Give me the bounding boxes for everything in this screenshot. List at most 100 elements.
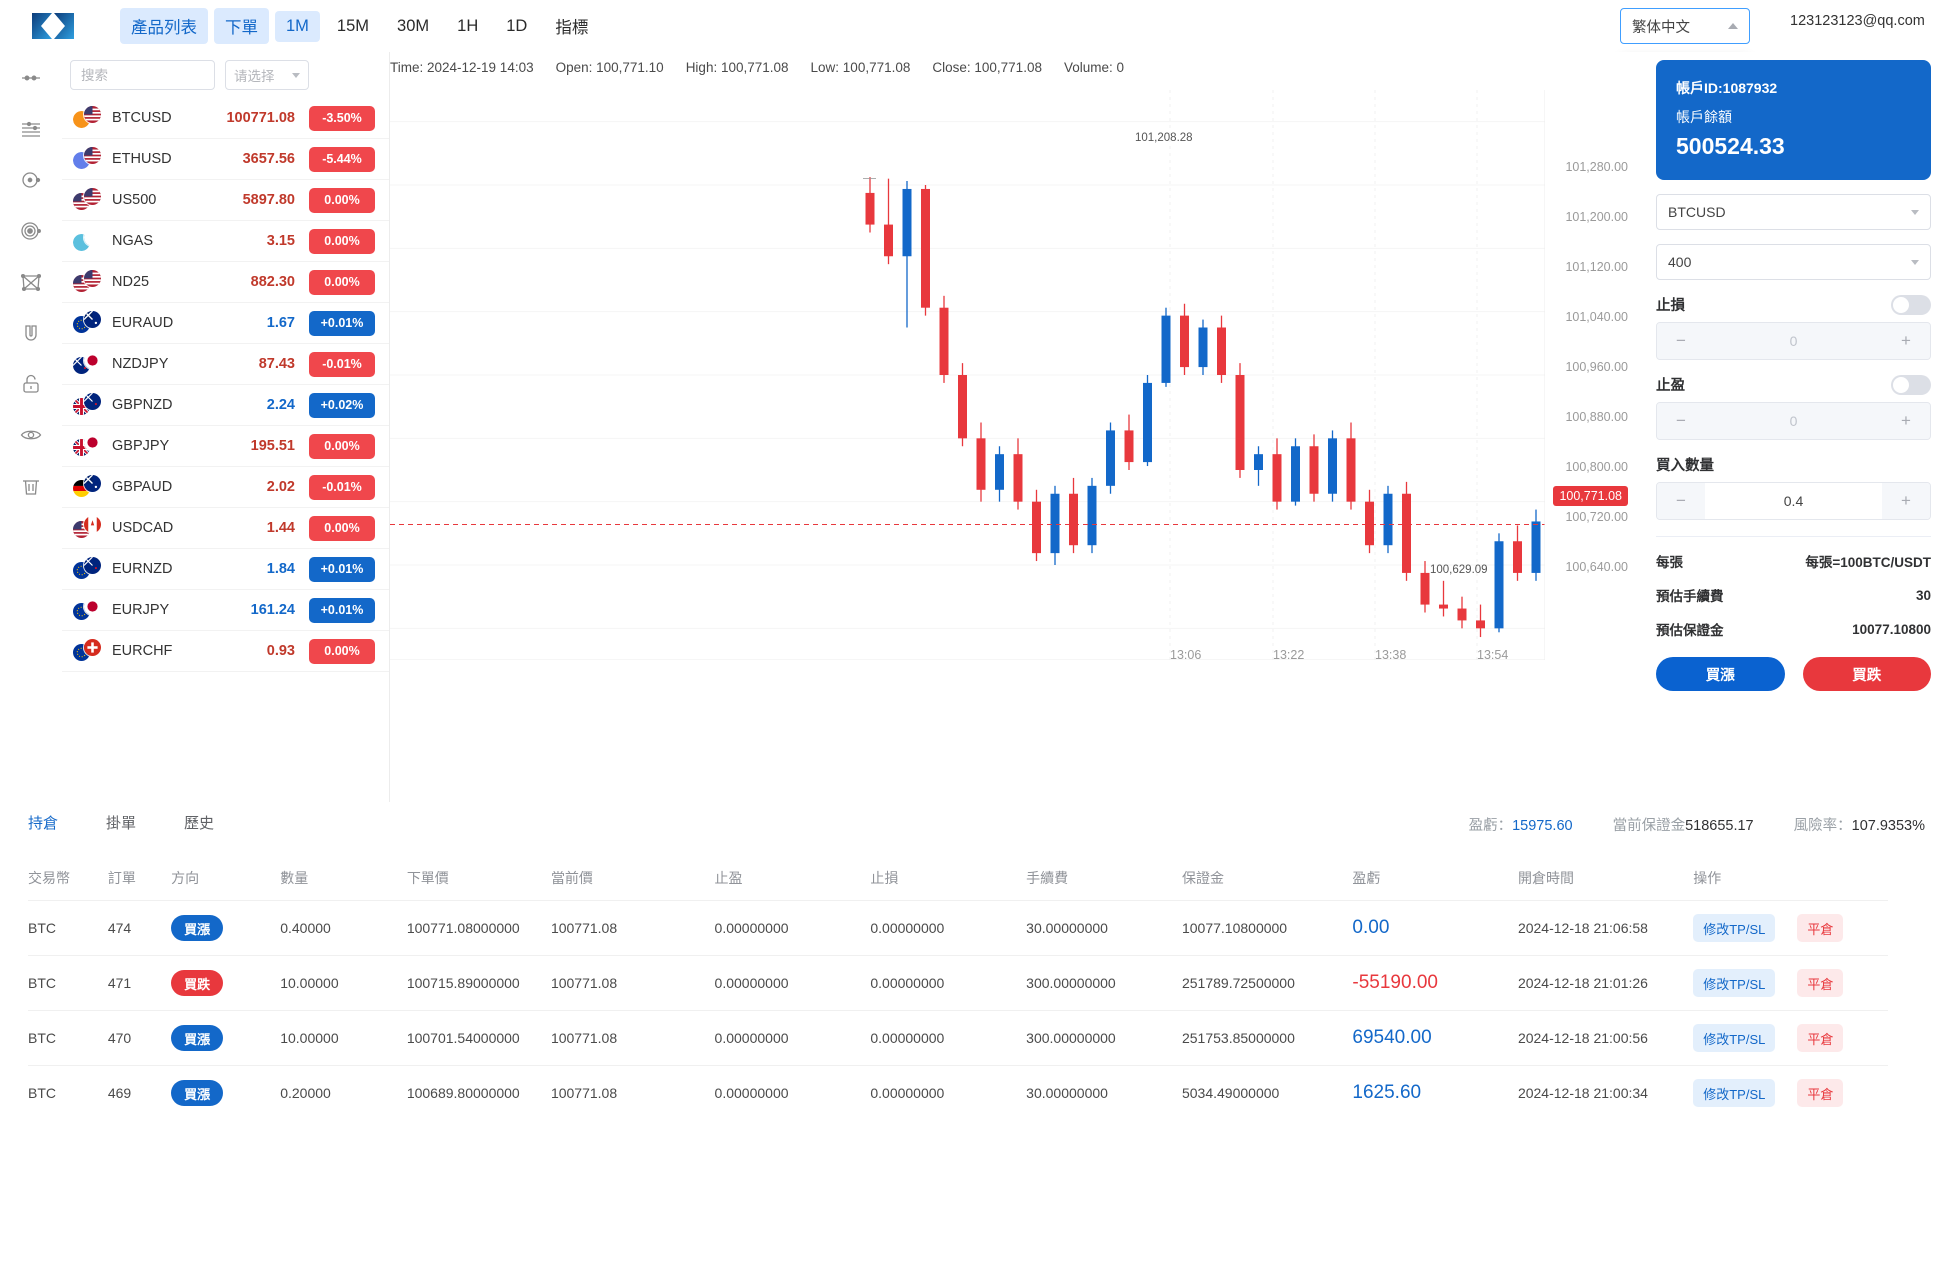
positions-table: 交易幣訂單方向數量下單價當前價止盈止損手續費保證金盈虧開倉時間操作 BTC474…	[28, 856, 1888, 1120]
cell-open-time: 2024-12-18 21:06:58	[1518, 920, 1693, 936]
stop-loss-stepper[interactable]: − 0 +	[1656, 322, 1931, 360]
nav-item-0[interactable]: 產品列表	[120, 8, 208, 44]
quantity-stepper[interactable]: − 0.4 +	[1656, 482, 1931, 520]
panel-divider	[1656, 536, 1931, 537]
stop-loss-plus-button[interactable]: +	[1882, 323, 1930, 359]
symbol-row[interactable]: GBPAUD2.02-0.01%	[62, 467, 389, 508]
symbol-select-value: BTCUSD	[1668, 204, 1726, 220]
close-position-button[interactable]: 平倉	[1797, 1079, 1843, 1107]
symbol-flag-icon	[72, 269, 106, 295]
symbol-price: 0.93	[194, 643, 309, 659]
candlestick-plot[interactable]	[390, 90, 1545, 808]
symbol-price: 882.30	[194, 274, 309, 290]
unlock-icon[interactable]	[0, 358, 62, 409]
symbol-row[interactable]: GBPJPY195.510.00%	[62, 426, 389, 467]
symbol-row[interactable]: EURAUD1.67+0.01%	[62, 303, 389, 344]
nav-item-7[interactable]: 指標	[544, 8, 599, 44]
symbol-row[interactable]: USDCAD1.440.00%	[62, 508, 389, 549]
cell-order: 469	[108, 1085, 171, 1101]
symbol-row[interactable]: ETHUSD3657.56-5.44%	[62, 139, 389, 180]
edit-tpsl-button[interactable]: 修改TP/SL	[1693, 969, 1775, 997]
stop-loss-minus-button[interactable]: −	[1657, 323, 1705, 359]
nav-item-6[interactable]: 1D	[495, 11, 538, 42]
ohlc-high: High: 100,771.08	[686, 60, 789, 75]
account-balance-value: 500524.33	[1676, 133, 1911, 160]
nav-item-5[interactable]: 1H	[446, 11, 489, 42]
edit-tpsl-button[interactable]: 修改TP/SL	[1693, 1079, 1775, 1107]
nav-item-2[interactable]: 1M	[275, 11, 320, 42]
symbol-row[interactable]: BTCUSD100771.08-3.50%	[62, 98, 389, 139]
close-position-button[interactable]: 平倉	[1797, 914, 1843, 942]
nav-item-3[interactable]: 15M	[326, 11, 380, 42]
polygon-net-icon[interactable]	[0, 256, 62, 307]
contract-size-value: 每張=100BTC/USDT	[1805, 551, 1931, 571]
symbol-row[interactable]: EURCHF0.930.00%	[62, 631, 389, 672]
quantity-plus-button[interactable]: +	[1882, 483, 1930, 519]
nav-item-1[interactable]: 下單	[214, 8, 269, 44]
symbol-name: EURCHF	[112, 643, 194, 659]
stop-loss-toggle[interactable]	[1891, 295, 1931, 315]
cell-actions: 修改TP/SL 平倉	[1693, 914, 1888, 942]
take-profit-stepper[interactable]: − 0 +	[1656, 402, 1931, 440]
symbol-name: ND25	[112, 274, 194, 290]
symbol-row[interactable]: US5005897.800.00%	[62, 180, 389, 221]
ohlc-time: Time: 2024-12-19 14:03	[390, 60, 534, 75]
stop-loss-value[interactable]: 0	[1705, 323, 1882, 359]
ohlc-open: Open: 100,771.10	[556, 60, 664, 75]
language-select-box[interactable]: 繁体中文	[1620, 8, 1750, 44]
take-profit-toggle[interactable]	[1891, 375, 1931, 395]
symbol-name: US500	[112, 192, 194, 208]
edit-tpsl-button[interactable]: 修改TP/SL	[1693, 914, 1775, 942]
target-rings-icon[interactable]	[0, 205, 62, 256]
crosshair-line-icon[interactable]	[0, 52, 62, 103]
y-axis-tick: 100,720.00	[1565, 510, 1628, 524]
trash-icon[interactable]	[0, 460, 62, 511]
circle-dot-icon[interactable]	[0, 154, 62, 205]
take-profit-plus-button[interactable]: +	[1882, 403, 1930, 439]
magnet-icon[interactable]	[0, 307, 62, 358]
symbol-name: GBPAUD	[112, 479, 194, 495]
horizontal-lines-icon[interactable]	[0, 103, 62, 154]
language-selector[interactable]: 繁体中文 English日本語한국어繁体中文ไทยTiếng Việtfranç…	[1620, 8, 1750, 44]
cell-open-price: 100771.08000000	[407, 920, 551, 936]
estimated-margin-row: 預估保證金 10077.10800	[1656, 619, 1931, 639]
search-input[interactable]	[70, 60, 215, 90]
eye-icon[interactable]	[0, 409, 62, 460]
positions-tab-0[interactable]: 持倉	[28, 812, 58, 839]
positions-tabs: 持倉 掛單 歷史	[28, 812, 214, 839]
symbol-row[interactable]: EURJPY161.24+0.01%	[62, 590, 389, 631]
cell-current-price: 100771.08	[551, 920, 715, 936]
symbol-price: 3657.56	[194, 151, 309, 167]
summary-pl-value: 15975.60	[1512, 818, 1572, 834]
buy-short-button[interactable]: 買跌	[1803, 657, 1932, 691]
symbol-list-toolbar: 请选择	[62, 52, 389, 98]
symbol-change-badge: 0.00%	[309, 229, 375, 254]
cell-symbol: BTC	[28, 920, 108, 936]
symbol-row[interactable]: EURNZD1.84+0.01%	[62, 549, 389, 590]
symbol-name: BTCUSD	[112, 110, 194, 126]
nav-item-4[interactable]: 30M	[386, 11, 440, 42]
symbol-row[interactable]: NZDJPY87.43-0.01%	[62, 344, 389, 385]
positions-tab-1[interactable]: 掛單	[106, 812, 136, 839]
quantity-minus-button[interactable]: −	[1657, 483, 1705, 519]
edit-tpsl-button[interactable]: 修改TP/SL	[1693, 1024, 1775, 1052]
quantity-value[interactable]: 0.4	[1705, 483, 1882, 519]
positions-tab-2[interactable]: 歷史	[184, 812, 214, 839]
toggle-knob	[1893, 297, 1909, 313]
buy-long-button[interactable]: 買漲	[1656, 657, 1785, 691]
symbol-row[interactable]: NGAS3.150.00%	[62, 221, 389, 262]
close-position-button[interactable]: 平倉	[1797, 969, 1843, 997]
symbol-select[interactable]: BTCUSD	[1656, 194, 1931, 230]
take-profit-value[interactable]: 0	[1705, 403, 1882, 439]
leverage-select[interactable]: 400	[1656, 244, 1931, 280]
symbol-row[interactable]: ND25882.300.00%	[62, 262, 389, 303]
symbol-row[interactable]: GBPNZD2.24+0.02%	[62, 385, 389, 426]
take-profit-minus-button[interactable]: −	[1657, 403, 1705, 439]
y-axis-tick: 101,120.00	[1565, 260, 1628, 274]
app-logo-icon[interactable]	[28, 9, 80, 43]
cell-direction: 買跌	[171, 970, 280, 996]
close-position-button[interactable]: 平倉	[1797, 1024, 1843, 1052]
symbol-name: EURAUD	[112, 315, 194, 331]
cell-quantity: 10.00000	[280, 1030, 407, 1046]
symbol-filter-select[interactable]: 请选择	[225, 60, 309, 90]
